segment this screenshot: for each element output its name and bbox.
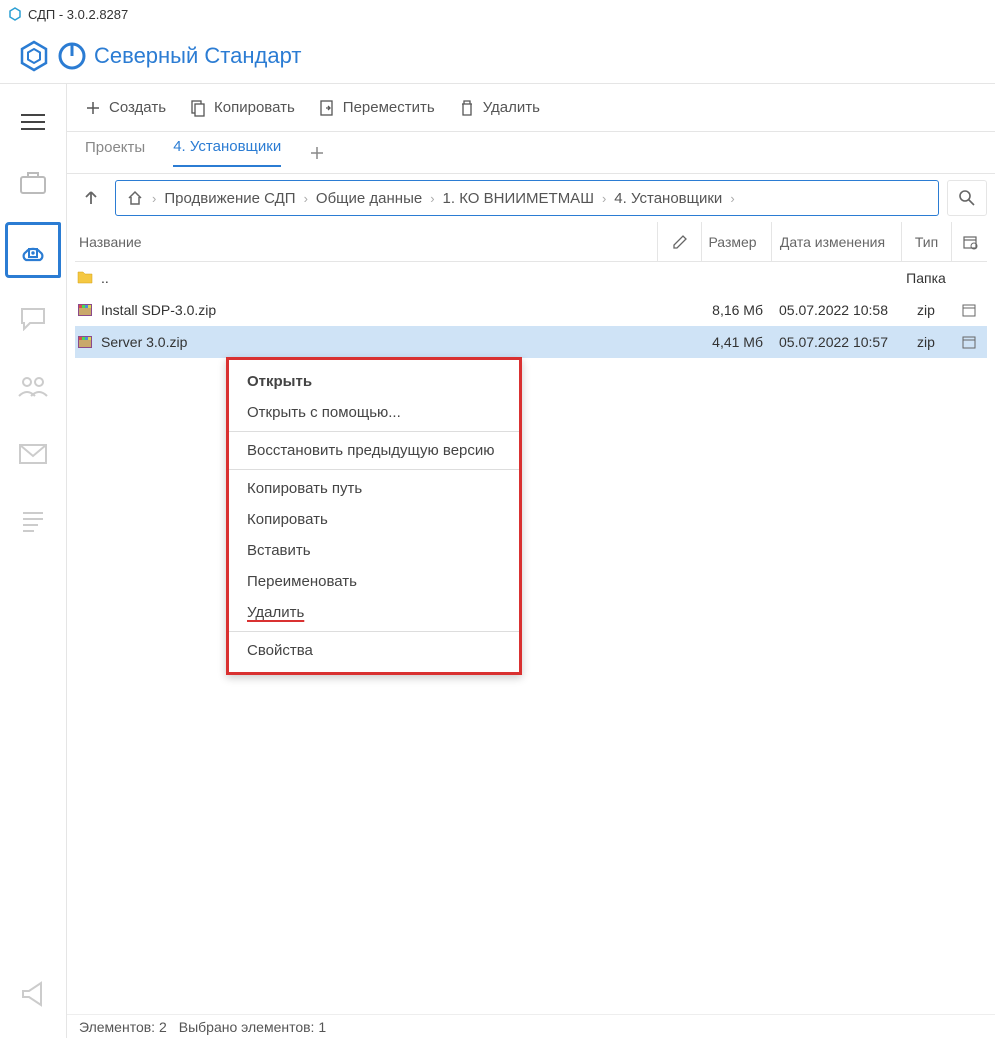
- delete-button[interactable]: Удалить: [459, 99, 540, 117]
- menu-separator: [229, 631, 519, 632]
- list-header: Название Размер Дата изменения Тип: [75, 222, 987, 262]
- copy-icon: [190, 99, 206, 117]
- sidebar-item-storage[interactable]: [5, 222, 61, 278]
- tab-add-button[interactable]: [309, 145, 325, 161]
- sidebar-item-users[interactable]: [5, 358, 61, 414]
- create-button[interactable]: Создать: [85, 99, 166, 116]
- col-header-size[interactable]: Размер: [701, 222, 771, 261]
- tab-projects[interactable]: Проекты: [85, 139, 145, 166]
- menu-separator: [229, 431, 519, 432]
- copy-button[interactable]: Копировать: [190, 99, 295, 117]
- status-selected: Выбрано элементов: 1: [179, 1019, 326, 1035]
- calendar-gear-icon: [962, 234, 978, 250]
- home-icon[interactable]: [126, 189, 144, 207]
- breadcrumb-separator: ›: [430, 191, 434, 206]
- menu-paste[interactable]: Вставить: [229, 535, 519, 566]
- toolbar: Создать Копировать Переместить Удалить: [67, 84, 995, 132]
- menu-open-with[interactable]: Открыть с помощью...: [229, 397, 519, 428]
- col-header-name[interactable]: Название: [75, 234, 657, 250]
- context-menu: Открыть Открыть с помощью... Восстановит…: [226, 357, 522, 675]
- parent-folder-row[interactable]: .. Папка: [75, 262, 987, 294]
- menu-open[interactable]: Открыть: [229, 366, 519, 397]
- crumb-2[interactable]: 1. КО ВНИИМЕТМАШ: [443, 190, 594, 207]
- brand-name: Северный Стандарт: [94, 43, 301, 69]
- pencil-icon: [672, 234, 688, 250]
- parent-folder-type: Папка: [901, 270, 951, 286]
- menu-copy[interactable]: Копировать: [229, 504, 519, 535]
- tab-installers[interactable]: 4. Установщики: [173, 138, 281, 167]
- file-name: Server 3.0.zip: [101, 334, 187, 350]
- header-bar: Северный Стандарт: [0, 28, 995, 84]
- menu-properties[interactable]: Свойства: [229, 635, 519, 666]
- move-button[interactable]: Переместить: [319, 99, 435, 117]
- search-button[interactable]: [947, 180, 987, 216]
- file-date: 05.07.2022 10:57: [771, 334, 901, 350]
- file-size: 8,16 Мб: [701, 302, 771, 318]
- calendar-icon: [962, 303, 976, 317]
- calendar-icon: [962, 335, 976, 349]
- breadcrumb-separator: ›: [602, 191, 606, 206]
- plus-icon: [309, 145, 325, 161]
- sidebar-item-chat[interactable]: [5, 290, 61, 346]
- hamburger-button[interactable]: [5, 102, 61, 142]
- trash-icon: [459, 99, 475, 117]
- file-name: Install SDP-3.0.zip: [101, 302, 216, 318]
- create-label: Создать: [109, 99, 166, 116]
- sidebar-item-mail[interactable]: [5, 426, 61, 482]
- logo-icon: [16, 38, 52, 74]
- status-bar: Элементов: 2 Выбрано элементов: 1: [67, 1014, 995, 1038]
- status-elements: Элементов: 2: [79, 1019, 167, 1035]
- menu-delete[interactable]: Удалить: [229, 597, 519, 628]
- crumb-1[interactable]: Общие данные: [316, 190, 422, 207]
- col-header-edit[interactable]: [657, 222, 701, 261]
- sidebar: [0, 84, 67, 1038]
- file-size: 4,41 Мб: [701, 334, 771, 350]
- crumb-3[interactable]: 4. Установщики: [614, 190, 722, 207]
- menu-rename[interactable]: Переименовать: [229, 566, 519, 597]
- sidebar-item-projects[interactable]: [5, 154, 61, 210]
- file-type: zip: [901, 334, 951, 350]
- file-type: zip: [901, 302, 951, 318]
- app-icon: [8, 7, 22, 21]
- content-area: Создать Копировать Переместить Удалить П…: [67, 84, 995, 1038]
- breadcrumb-separator: ›: [152, 191, 156, 206]
- file-date: 05.07.2022 10:58: [771, 302, 901, 318]
- tabs: Проекты 4. Установщики: [67, 132, 995, 174]
- delete-label: Удалить: [483, 99, 540, 116]
- col-header-date[interactable]: Дата изменения: [771, 222, 901, 261]
- breadcrumb: › Продвижение СДП › Общие данные › 1. КО…: [115, 180, 939, 216]
- move-label: Переместить: [343, 99, 435, 116]
- titlebar: СДП - 3.0.2.8287: [0, 0, 995, 28]
- breadcrumb-row: › Продвижение СДП › Общие данные › 1. КО…: [67, 174, 995, 222]
- menu-separator: [229, 469, 519, 470]
- crumb-0[interactable]: Продвижение СДП: [164, 190, 295, 207]
- sidebar-item-announce[interactable]: [5, 966, 61, 1022]
- file-row[interactable]: Install SDP-3.0.zip 8,16 Мб 05.07.2022 1…: [75, 294, 987, 326]
- sidebar-item-notes[interactable]: [5, 494, 61, 550]
- file-list: Название Размер Дата изменения Тип ..: [67, 222, 995, 1014]
- menu-restore[interactable]: Восстановить предыдущую версию: [229, 435, 519, 466]
- plus-icon: [85, 100, 101, 116]
- up-button[interactable]: [75, 182, 107, 214]
- archive-icon: [77, 302, 93, 318]
- file-row[interactable]: Server 3.0.zip 4,41 Мб 05.07.2022 10:57 …: [75, 326, 987, 358]
- breadcrumb-separator: ›: [304, 191, 308, 206]
- search-icon: [958, 189, 976, 207]
- power-icon[interactable]: [56, 40, 88, 72]
- col-header-type[interactable]: Тип: [901, 222, 951, 261]
- parent-folder-name: ..: [101, 270, 109, 286]
- window-title: СДП - 3.0.2.8287: [28, 7, 128, 22]
- menu-copy-path[interactable]: Копировать путь: [229, 473, 519, 504]
- move-icon: [319, 99, 335, 117]
- copy-label: Копировать: [214, 99, 295, 116]
- folder-icon: [77, 270, 93, 286]
- breadcrumb-separator: ›: [730, 191, 734, 206]
- archive-icon: [77, 334, 93, 350]
- col-header-calendar[interactable]: [951, 222, 987, 261]
